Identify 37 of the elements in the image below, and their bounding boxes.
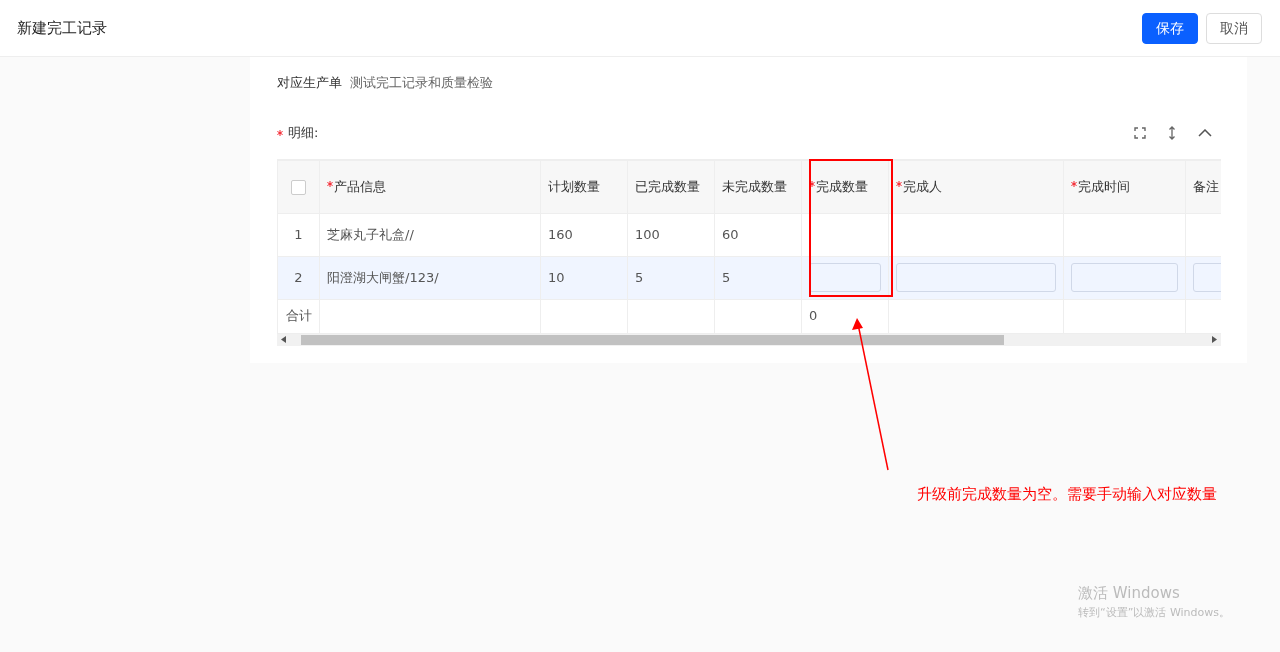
total-label: 合计: [285, 308, 312, 324]
vertical-arrows-icon[interactable]: [1168, 125, 1176, 140]
scroll-right-icon[interactable]: [1212, 336, 1217, 343]
column-header: 已完成数量: [635, 178, 700, 194]
table-cell: 5: [635, 269, 644, 285]
column-header: 未完成数量: [722, 178, 787, 194]
input-field[interactable]: [809, 263, 881, 292]
table-cell: 100: [635, 226, 660, 242]
table-cell: 60: [722, 226, 739, 242]
collapse-icon[interactable]: [1198, 128, 1212, 137]
table-cell: 5: [722, 269, 731, 285]
fullscreen-icon[interactable]: [1134, 126, 1146, 139]
select-all-checkbox[interactable]: [291, 179, 306, 195]
input-field[interactable]: [896, 263, 1056, 292]
table-cell: 10: [548, 269, 565, 285]
row-number: 2: [277, 256, 320, 299]
column-header: 完成人: [903, 178, 942, 194]
field-value: 测试完工记录和质量检验: [350, 74, 493, 92]
input-field[interactable]: [1071, 263, 1178, 292]
cancel-button[interactable]: 取消: [1206, 12, 1262, 44]
column-header: 完成数量: [816, 178, 868, 194]
annotation-text: 升级前完成数量为空。需要手动输入对应数量: [917, 484, 1217, 505]
page-title: 新建完工记录: [17, 17, 107, 39]
column-header: 计划数量: [548, 178, 600, 194]
activation-title: 激活 Windows: [1078, 583, 1181, 604]
table-cell: 阳澄湖大闸蟹/123/: [327, 269, 439, 285]
row-number: 1: [277, 213, 320, 256]
table-cell: 芝麻丸子礼盒//: [327, 226, 414, 242]
table-cell: 160: [548, 226, 573, 242]
scroll-left-icon[interactable]: [281, 336, 286, 343]
section-label: 明细:: [288, 123, 319, 142]
save-button[interactable]: 保存: [1142, 12, 1198, 44]
total-value: 0: [809, 308, 818, 324]
column-header: 产品信息: [334, 178, 386, 194]
column-header: 完成时间: [1078, 178, 1130, 194]
field-label: 对应生产单: [277, 74, 342, 92]
column-header: 备注: [1193, 178, 1219, 194]
